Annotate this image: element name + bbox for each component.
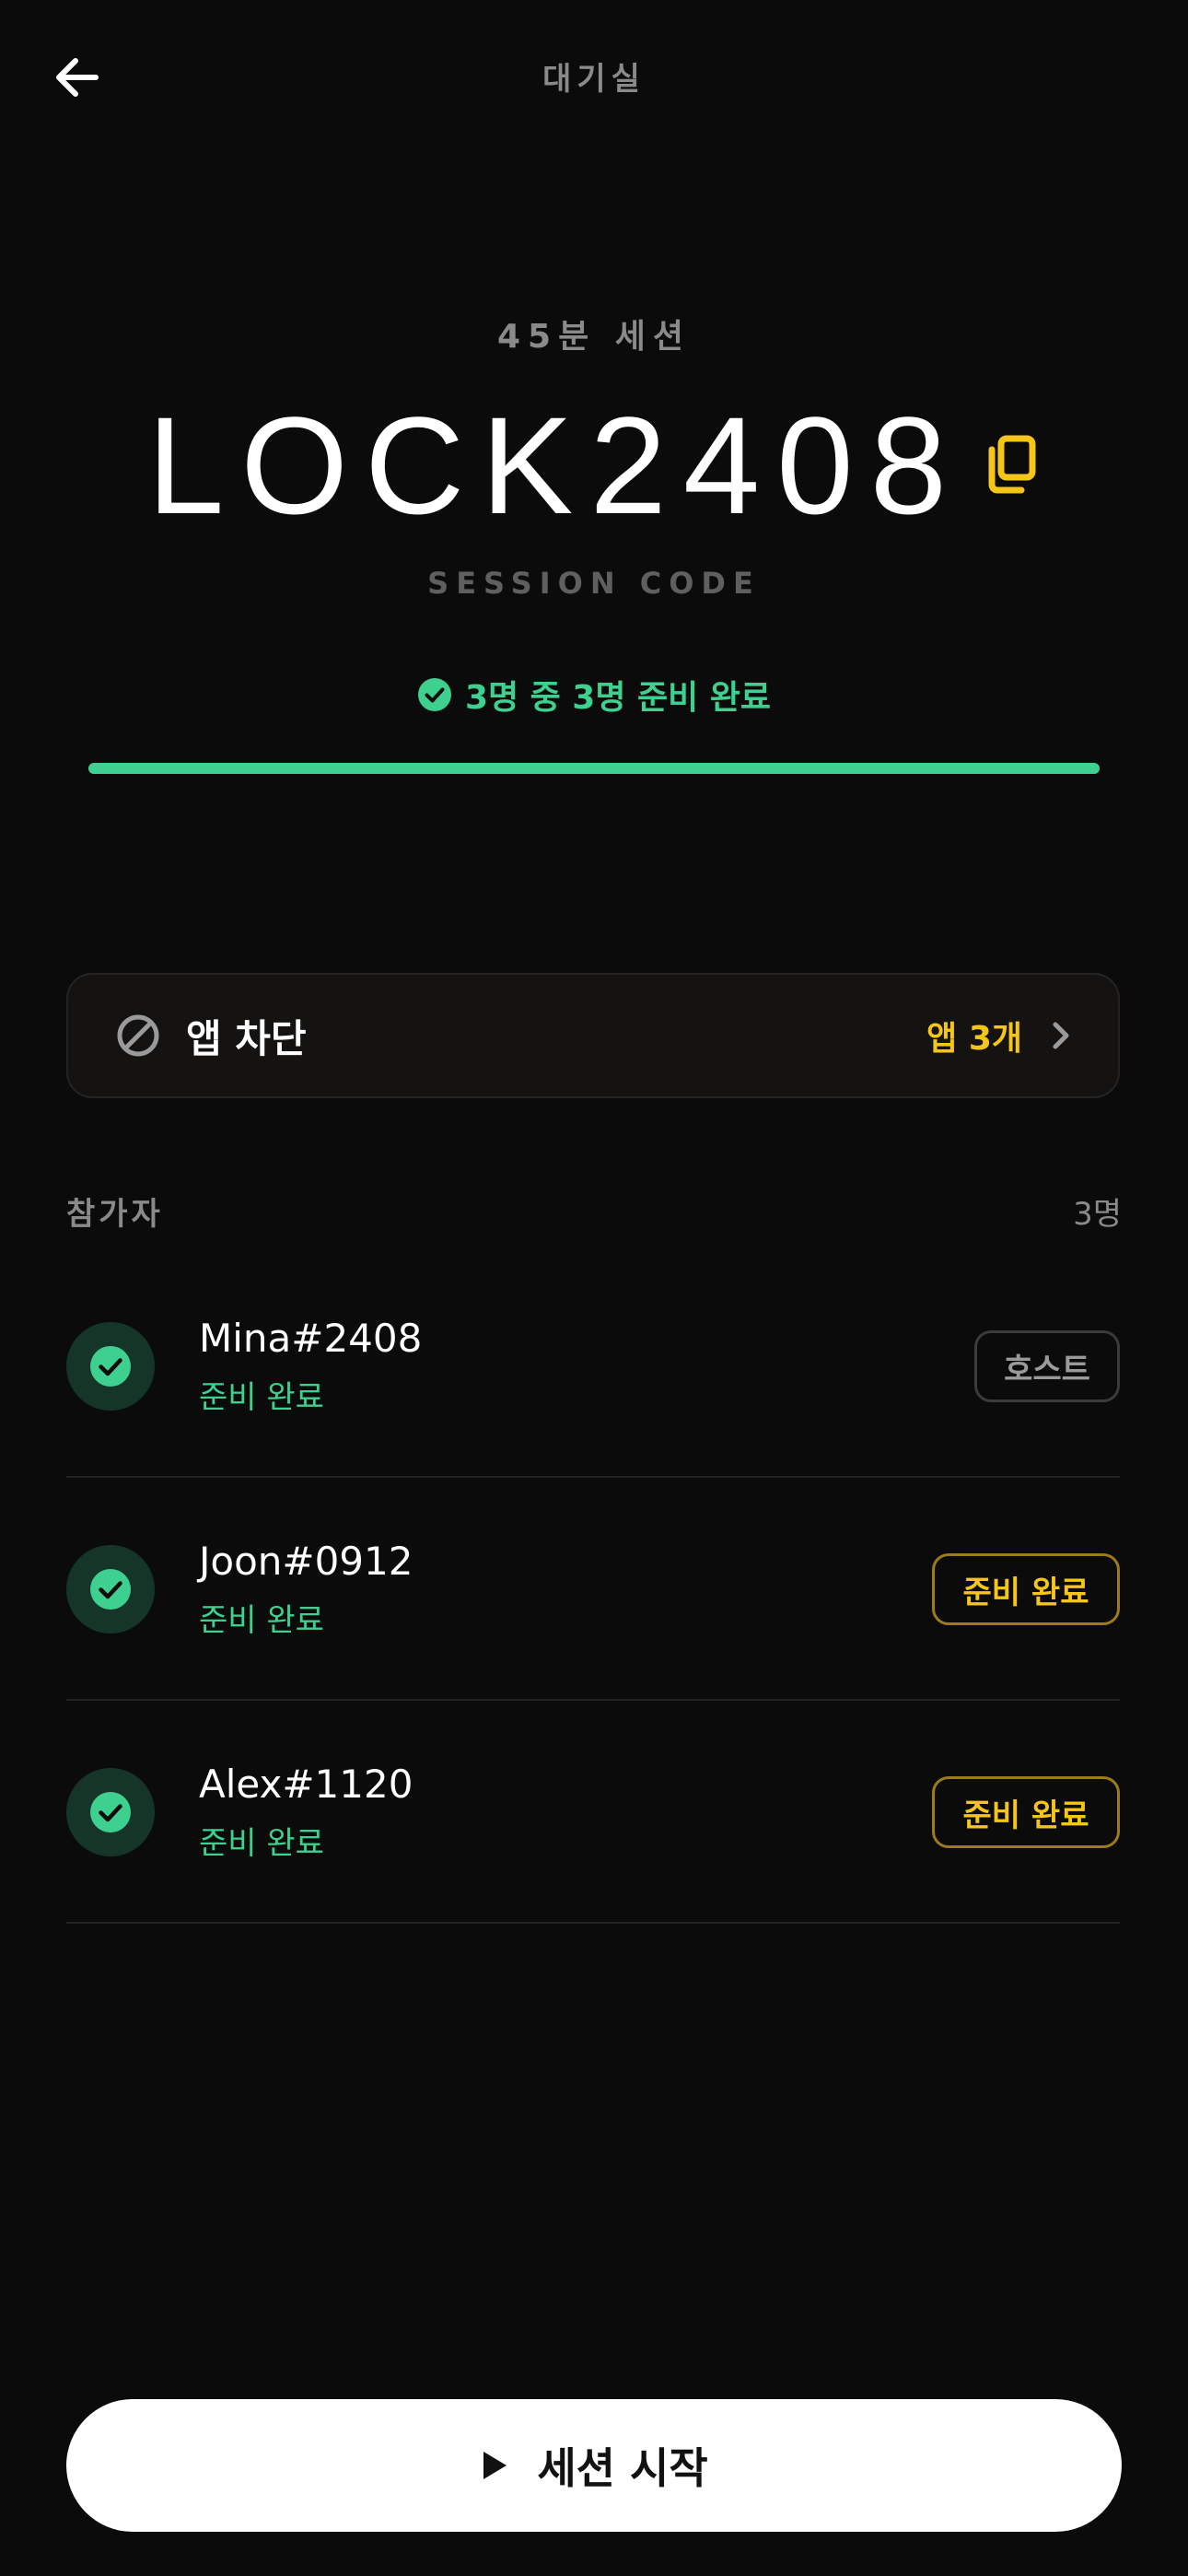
check-circle-icon	[90, 1792, 131, 1832]
app-block-count: 앱 3개	[926, 1020, 1022, 1058]
ready-progress-bar	[88, 763, 1100, 774]
app-block-card[interactable]: 앱 차단 앱 3개	[66, 973, 1120, 1098]
avatar	[66, 1768, 155, 1856]
ready-status: 3명 중 3명 준비 완료	[0, 671, 1188, 719]
app-block-title: 앱 차단	[186, 1015, 307, 1061]
copy-code-button[interactable]	[984, 433, 1041, 498]
participant-name: Mina#2408	[199, 1316, 423, 1362]
session-duration: 45분 세션	[497, 318, 691, 356]
start-session-button[interactable]: 세션 시작	[66, 2399, 1122, 2532]
ready-status-text: 3명 중 3명 준비 완료	[464, 679, 772, 717]
participant-status: 준비 완료	[199, 1378, 324, 1416]
participant-name: Joon#0912	[199, 1539, 413, 1585]
page-title: 대기실	[542, 61, 646, 98]
check-circle-icon	[90, 1346, 131, 1387]
participant-row: Mina#2408 준비 완료 호스트	[66, 1257, 1120, 1478]
copy-icon	[988, 435, 1036, 494]
participant-name: Alex#1120	[199, 1762, 413, 1808]
chevron-right-icon	[1050, 1021, 1072, 1050]
participants-title: 참가자	[66, 1196, 164, 1233]
participant-status: 준비 완료	[199, 1601, 324, 1639]
play-icon	[483, 2452, 507, 2479]
participants-count: 3명	[1073, 1196, 1122, 1233]
ready-progress-fill	[88, 763, 1100, 774]
block-icon	[117, 1014, 159, 1057]
ready-badge: 준비 완료	[932, 1776, 1120, 1848]
ready-badge: 준비 완료	[932, 1553, 1120, 1625]
participant-row: Alex#1120 준비 완료 준비 완료	[66, 1703, 1120, 1924]
host-badge: 호스트	[974, 1330, 1120, 1402]
check-circle-icon	[417, 678, 451, 711]
session-code-row: LOCK2408	[0, 396, 1188, 534]
participant-status: 준비 완료	[199, 1824, 324, 1862]
check-circle-icon	[90, 1569, 131, 1610]
session-code-caption: SESSION CODE	[427, 566, 761, 601]
start-session-label: 세션 시작	[537, 2443, 708, 2493]
avatar	[66, 1322, 155, 1411]
avatar	[66, 1545, 155, 1633]
session-code: LOCK2408	[146, 388, 964, 543]
participant-row: Joon#0912 준비 완료 준비 완료	[66, 1480, 1120, 1701]
